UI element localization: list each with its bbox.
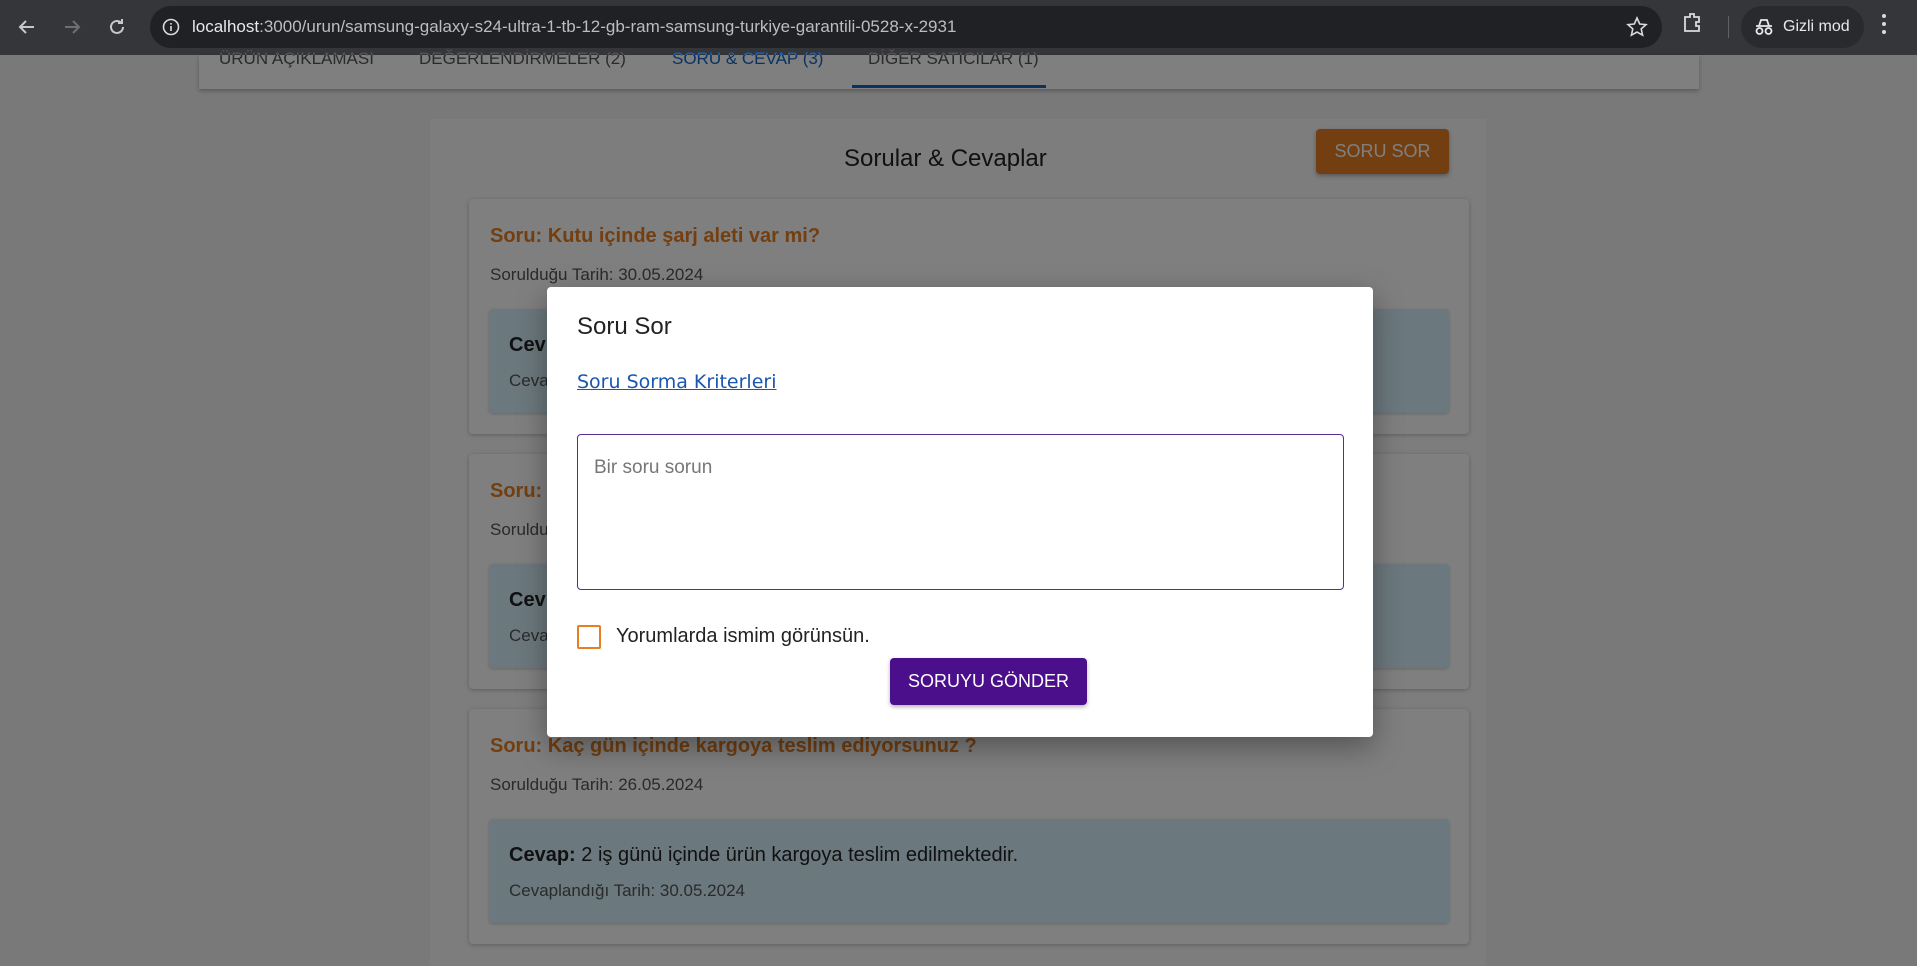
reload-button[interactable]: [97, 7, 137, 47]
question-input[interactable]: [577, 434, 1344, 590]
show-name-checkbox[interactable]: [577, 625, 601, 649]
arrow-right-icon: [65, 20, 81, 34]
dialog-title: Soru Sor: [577, 313, 672, 340]
submit-question-button[interactable]: SORUYU GÖNDER: [890, 658, 1087, 705]
back-button[interactable]: [7, 7, 47, 47]
ask-question-dialog: Soru Sor Soru Sorma Kriterleri Yorumlard…: [547, 287, 1373, 737]
show-name-label[interactable]: Yorumlarda ismim görünsün.: [616, 625, 870, 648]
url-text: localhost:3000/urun/samsung-galaxy-s24-u…: [192, 17, 957, 36]
browser-toolbar: localhost:3000/urun/samsung-galaxy-s24-u…: [0, 0, 1917, 55]
incognito-badge[interactable]: Gizli mod: [1741, 6, 1864, 48]
address-bar[interactable]: localhost:3000/urun/samsung-galaxy-s24-u…: [150, 6, 1662, 48]
question-criteria-link[interactable]: Soru Sorma Kriterleri: [577, 371, 777, 393]
toolbar-divider: [1728, 16, 1729, 38]
bookmark-star-icon[interactable]: [1626, 16, 1648, 43]
incognito-icon: [1755, 19, 1773, 35]
reload-icon: [110, 19, 124, 34]
more-vert-icon[interactable]: [1880, 12, 1888, 41]
site-info-icon[interactable]: [150, 6, 192, 48]
extensions-icon[interactable]: [1681, 10, 1705, 39]
arrow-left-icon: [18, 20, 34, 34]
forward-button[interactable]: [52, 7, 92, 47]
incognito-label: Gizli mod: [1783, 18, 1850, 35]
